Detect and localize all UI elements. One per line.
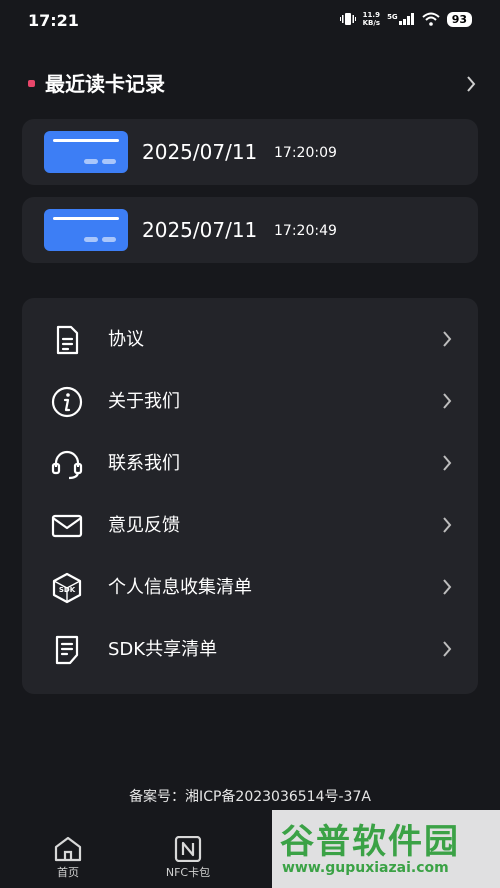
record-card[interactable]: 2025/07/11 17:20:49 <box>22 197 478 263</box>
menu-label: 协议 <box>108 329 144 350</box>
tab-home[interactable]: 首页 <box>28 836 108 880</box>
list-document-icon <box>55 635 79 665</box>
icp-filing-text: 备案号：湘ICP备2023036514号-37A <box>129 789 371 805</box>
net-speed-value: 11.9 <box>362 11 380 19</box>
vibrate-icon <box>339 13 356 25</box>
section-title: 最近读卡记录 <box>45 72 165 96</box>
menu-item-contact[interactable]: 联系我们 <box>22 433 478 495</box>
mail-icon <box>51 514 83 538</box>
watermark: 谷普软件园 www.gupuxiazai.com <box>272 810 500 888</box>
sdk-cube-icon: SDK <box>52 572 82 604</box>
tab-nfc-wallet[interactable]: NFC卡包 <box>148 836 228 880</box>
menu-label: SDK共享清单 <box>108 639 218 660</box>
chevron-right-icon <box>443 517 452 533</box>
menu-item-about[interactable]: 关于我们 <box>22 371 478 433</box>
watermark-title: 谷普软件园 <box>280 822 460 862</box>
card-icon <box>44 131 128 173</box>
settings-menu: 协议 关于我们 联系我们 意见反馈 SDK 个人信息收集清单 SDK共享清单 <box>22 298 478 694</box>
wifi-icon <box>422 12 440 26</box>
watermark-url: www.gupuxiazai.com <box>282 860 449 876</box>
status-icons: 11.9 KB/s 5G 93 <box>339 11 472 27</box>
net-speed: 11.9 KB/s <box>363 11 380 27</box>
record-time: 17:20:49 <box>274 223 337 239</box>
net-speed-unit: KB/s <box>362 19 381 27</box>
headset-icon <box>51 450 83 480</box>
menu-item-sdk-list[interactable]: SDK共享清单 <box>22 619 478 681</box>
accent-dot <box>28 80 35 87</box>
document-icon <box>56 325 79 355</box>
chevron-right-icon[interactable] <box>466 76 476 92</box>
menu-label: 意见反馈 <box>108 515 180 536</box>
menu-item-agreement[interactable]: 协议 <box>22 309 478 371</box>
record-date: 2025/07/11 <box>142 140 258 164</box>
menu-label: 个人信息收集清单 <box>108 577 252 598</box>
recent-records-header[interactable]: 最近读卡记录 <box>28 70 482 100</box>
chevron-right-icon <box>443 331 452 347</box>
record-date: 2025/07/11 <box>142 218 258 242</box>
battery-indicator: 93 <box>446 11 472 27</box>
chevron-right-icon <box>443 641 452 657</box>
chevron-right-icon <box>443 455 452 471</box>
menu-label: 联系我们 <box>108 453 180 474</box>
chevron-right-icon <box>443 579 452 595</box>
tab-label: 首页 <box>57 866 79 879</box>
cell-signal: 5G <box>387 13 415 25</box>
tab-label: NFC卡包 <box>165 866 211 879</box>
menu-item-personal-info-list[interactable]: SDK 个人信息收集清单 <box>22 557 478 619</box>
status-time: 17:21 <box>28 11 79 30</box>
svg-text:SDK: SDK <box>59 586 76 594</box>
home-icon <box>54 836 82 862</box>
record-time: 17:20:09 <box>274 145 337 161</box>
signal-icon <box>398 13 414 25</box>
card-icon <box>44 209 128 251</box>
nfc-icon <box>174 836 202 862</box>
network-type: 5G <box>387 13 398 21</box>
record-card[interactable]: 2025/07/11 17:20:09 <box>22 119 478 185</box>
info-icon <box>51 386 83 418</box>
chevron-right-icon <box>443 393 452 409</box>
menu-item-feedback[interactable]: 意见反馈 <box>22 495 478 557</box>
menu-label: 关于我们 <box>108 391 180 412</box>
status-bar: 17:21 11.9 KB/s 5G 93 <box>0 0 500 40</box>
